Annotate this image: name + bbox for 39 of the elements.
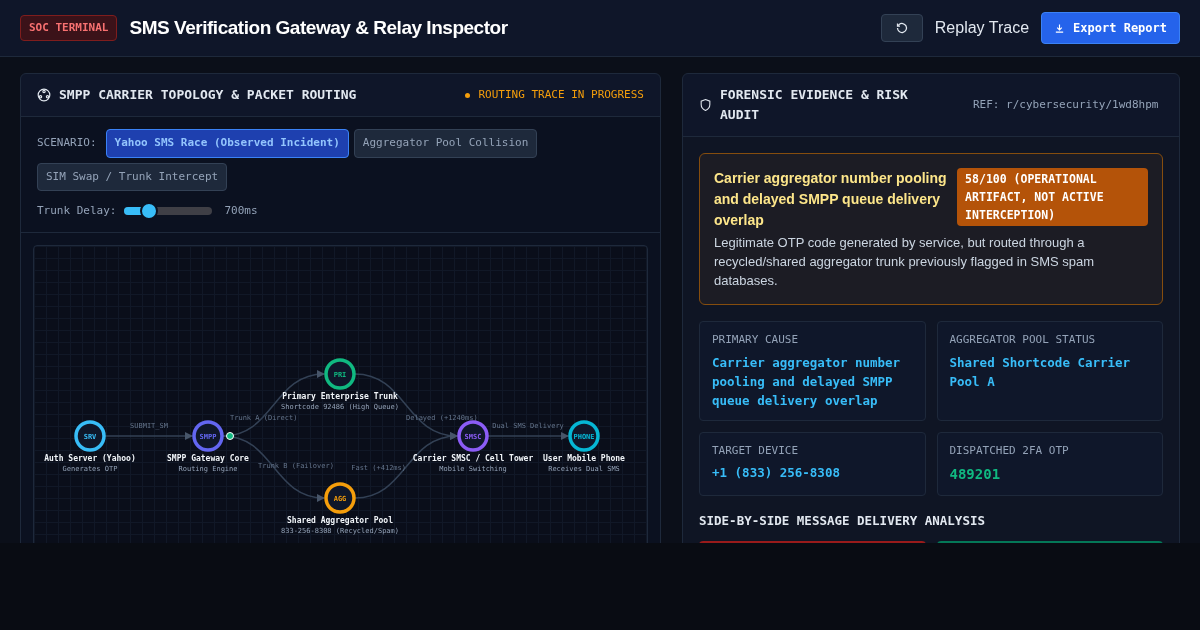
fact-value: +1 (833) 256-8308 [712,464,841,482]
terminal-badge: SOC TERMINAL [20,14,118,42]
page-title: SMS Verification Gateway & Relay Inspector [129,15,508,40]
replay-button[interactable]: Replay Trace [930,16,1034,40]
fact-label: TARGET DEVICE [712,442,800,459]
verdict-title: Carrier aggregator number pooling and delayed SMPP queue delivery overlap [714,169,948,230]
scenario-button[interactable]: Yahoo SMS Race (Observed Incident) [105,129,349,158]
shield-icon [699,98,712,112]
network-icon [37,88,51,102]
trace-status: ROUTING TRACE IN PROGRESS [478,86,644,103]
fact-label: AGGREGATOR POOL STATUS [949,332,1097,348]
delay-label: Trunk Delay: [37,203,117,219]
node-name: User Mobile Phone [543,453,625,463]
node-name: Auth Server (Yahoo) [44,453,136,463]
packet-dot [226,431,234,440]
risk-score-badge: 58/100 (OPERATIONAL ARTIFACT, NOT ACTIVE INTERCEPTION) [957,168,1148,226]
verdict-description: Legitimate OTP code generated by service, but routed through a recycled/shared aggregator trunk previously flagged in SMS spam databases. [714,234,1096,290]
fact-value: Shared Shortcode Carrier Pool A [949,353,1132,391]
scenario-button[interactable]: Aggregator Pool Collision [353,129,538,158]
fact-value: Carrier aggregator number pooling and delayed SMPP queue delivery overlap [712,353,902,410]
reference-text: REF: r/cybersecurity/1wd8hpm [973,97,1160,113]
export-button[interactable]: Export Report [1041,12,1180,44]
fact-label: PRIMARY CAUSE [712,332,800,348]
replay-icon [895,22,908,34]
section-title: SIDE-BY-SIDE MESSAGE DELIVERY ANALYSIS [699,512,986,530]
delay-reading: 700ms [224,203,258,219]
node-name: SMPP Gateway Core [167,453,249,463]
scenario-label: SCENARIO: [37,135,97,151]
download-icon [1054,22,1066,34]
panel-title: FORENSIC EVIDENCE & RISK AUDIT [720,86,909,124]
delay-slider[interactable] [124,203,213,220]
panel-title: SMPP CARRIER TOPOLOGY & PACKET ROUTING [59,86,357,105]
replay-icon-button[interactable] [880,14,923,42]
node-name: Primary Enterprise Trunk [282,391,398,401]
fact-label: DISPATCHED 2FA OTP [949,442,1070,459]
node-name: Shared Aggregator Pool [287,515,393,525]
node-name: Carrier SMSC / Cell Tower [412,453,534,463]
scenario-button[interactable]: SIM Swap / Trunk Intercept [37,162,228,191]
fact-value: 489201 [949,465,1002,484]
